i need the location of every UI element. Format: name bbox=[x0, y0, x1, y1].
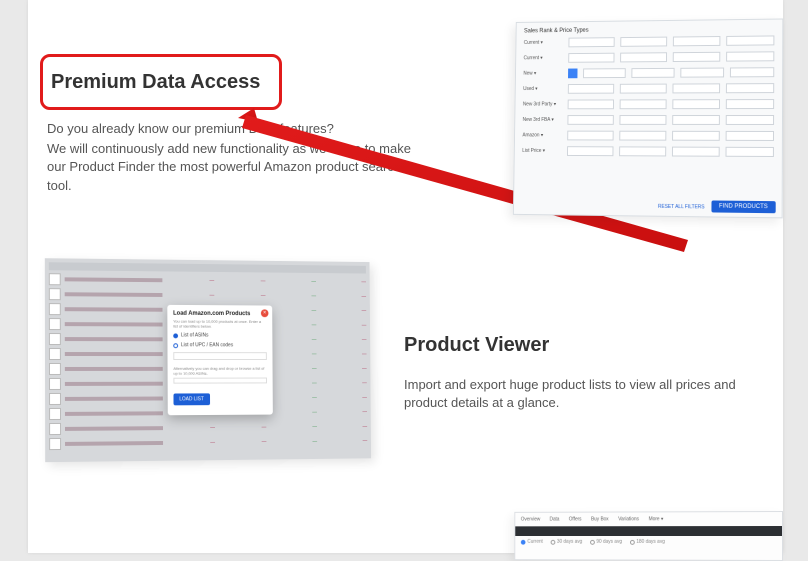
screenshot-product-viewer: ———— ———— ———— ———— ———— ———— ———— ———— … bbox=[45, 258, 371, 462]
mock-modal-hint: Alternatively you can drag and drop or b… bbox=[173, 366, 267, 376]
mock-modal-title: Load Amazon.com Products bbox=[173, 311, 266, 317]
description-line-2: We will continuously add new functionali… bbox=[47, 140, 417, 195]
highlight-frame: Premium Data Access bbox=[40, 54, 282, 110]
section-title: Product Viewer bbox=[404, 334, 549, 357]
close-icon: × bbox=[261, 309, 269, 317]
section-description: Import and export huge product lists to … bbox=[404, 376, 754, 412]
section-description: Do you already know our premium Data fea… bbox=[47, 120, 417, 197]
section-product-viewer: ———— ———— ———— ———— ———— ———— ———— ———— … bbox=[28, 240, 783, 490]
mock-header: Sales Rank & Price Types bbox=[524, 26, 774, 35]
mock-radio-2: List of UPC / EAN codes bbox=[181, 342, 233, 348]
mock-reset-link: RESET ALL FILTERS bbox=[658, 204, 705, 211]
screenshot-product-finder: Sales Rank & Price Types Current ▾ Curre… bbox=[513, 18, 783, 218]
screenshot-next-section: OverviewData OffersBuy Box VariationsMor… bbox=[514, 511, 783, 561]
mock-radio-1: List of ASINs bbox=[181, 332, 208, 338]
mock-modal: × Load Amazon.com Products You can load … bbox=[167, 305, 273, 415]
description-line-1: Do you already know our premium Data fea… bbox=[47, 120, 417, 138]
section-premium-data-access: Premium Data Access Do you already know … bbox=[28, 0, 783, 240]
section-title: Premium Data Access bbox=[51, 71, 260, 94]
mock-load-button: LOAD LIST bbox=[173, 393, 209, 405]
content-card: Premium Data Access Do you already know … bbox=[28, 0, 783, 553]
mock-find-button: FIND PRODUCTS bbox=[711, 200, 776, 213]
